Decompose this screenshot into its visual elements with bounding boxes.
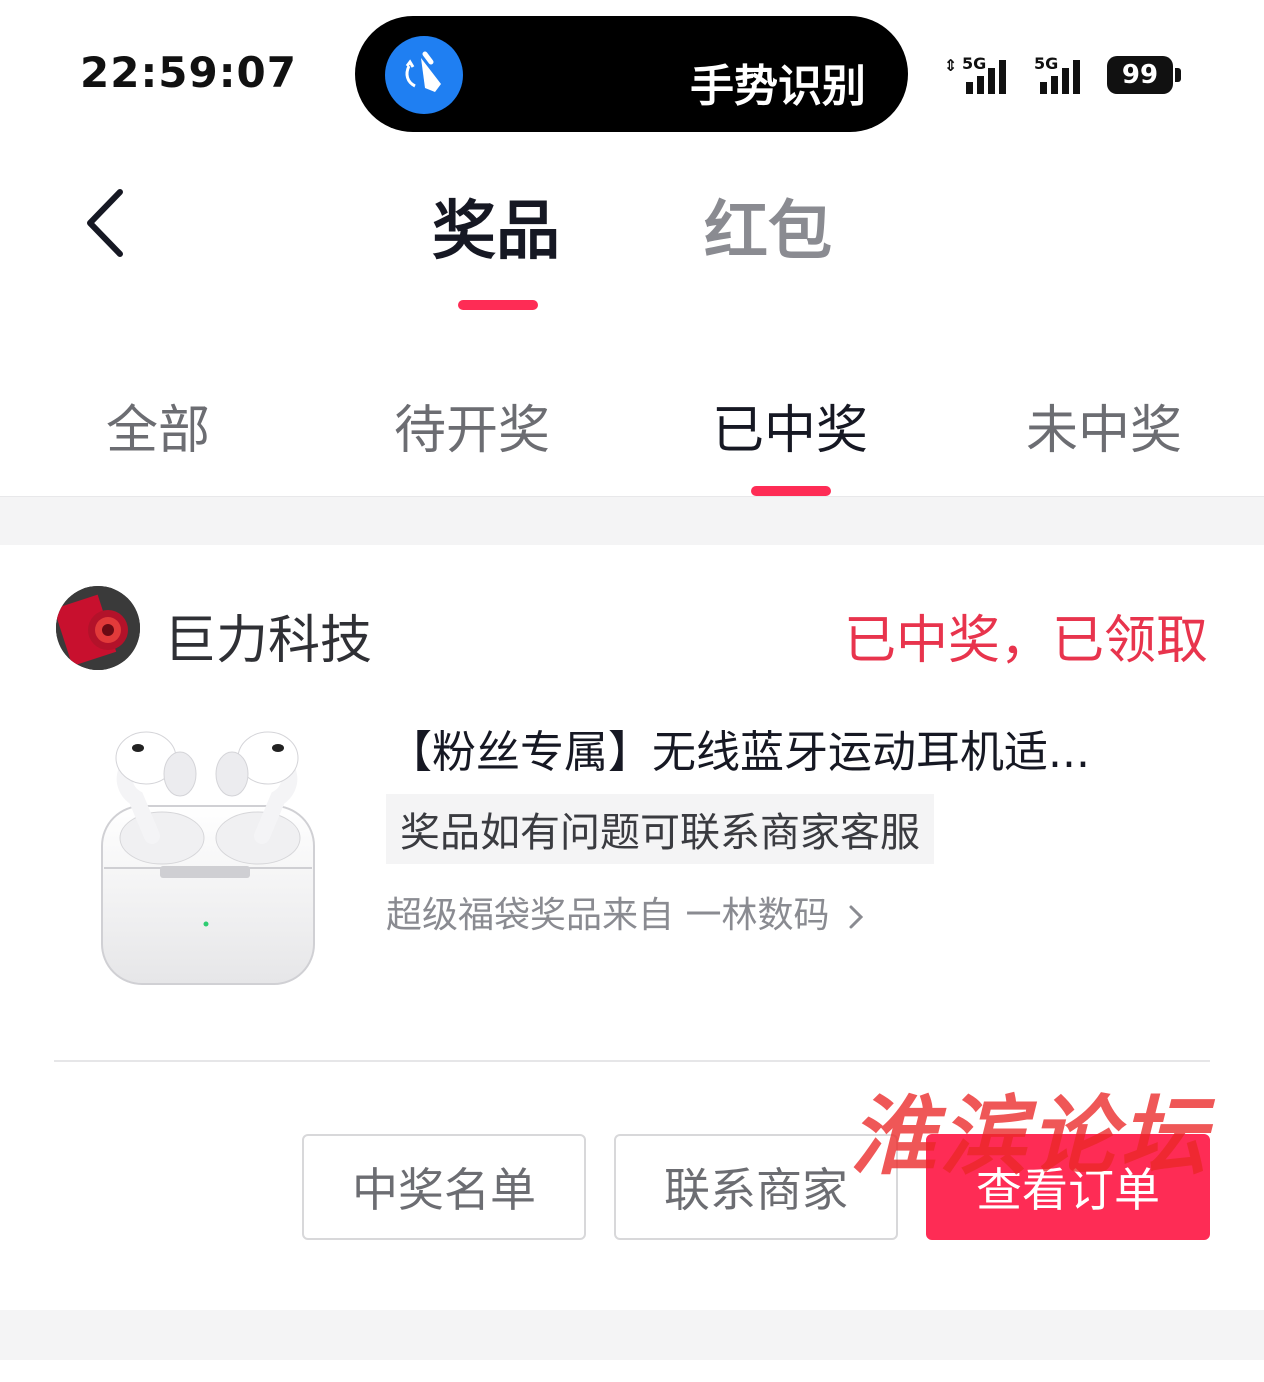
filter-tab-lost[interactable]: 未中奖 <box>1026 388 1182 463</box>
tab-red-packets[interactable]: 红包 <box>704 180 832 272</box>
dynamic-island[interactable]: 手势识别 <box>355 16 908 132</box>
contact-note-tag: 奖品如有问题可联系商家客服 <box>386 794 934 864</box>
section-separator-bottom <box>0 1310 1264 1360</box>
shop-avatar[interactable] <box>56 586 140 670</box>
status-time: 22:59:07 <box>80 48 297 97</box>
filter-tab-pending[interactable]: 待开奖 <box>394 388 550 463</box>
product-image[interactable] <box>92 718 332 1008</box>
prize-source-link[interactable]: 超级福袋奖品来自 一林数码 <box>386 886 865 938</box>
active-tab-indicator <box>458 300 538 310</box>
shop-name[interactable]: 巨力科技 <box>164 598 372 673</box>
chevron-left-icon[interactable] <box>84 188 124 258</box>
battery-icon: 99 <box>1107 56 1173 94</box>
battery-tip <box>1175 68 1181 82</box>
filter-tab-all[interactable]: 全部 <box>106 388 210 463</box>
hand-gesture-icon <box>385 36 463 114</box>
gesture-recognition-label: 手势识别 <box>690 61 866 112</box>
prize-source-text: 超级福袋奖品来自 一林数码 <box>386 895 830 936</box>
chevron-right-icon <box>841 895 865 936</box>
active-filter-indicator <box>751 486 831 496</box>
prize-status: 已中奖，已领取 <box>843 611 1208 671</box>
section-separator <box>0 496 1264 545</box>
card-divider <box>54 1060 1210 1062</box>
tab-prizes[interactable]: 奖品 <box>432 180 560 272</box>
filter-tab-won[interactable]: 已中奖 <box>712 388 868 463</box>
product-title[interactable]: 【粉丝专属】无线蓝牙运动耳机适... <box>388 716 1178 780</box>
forum-watermark: 淮滨论坛 <box>850 1086 1210 1187</box>
winners-list-button[interactable]: 中奖名单 <box>302 1134 586 1240</box>
